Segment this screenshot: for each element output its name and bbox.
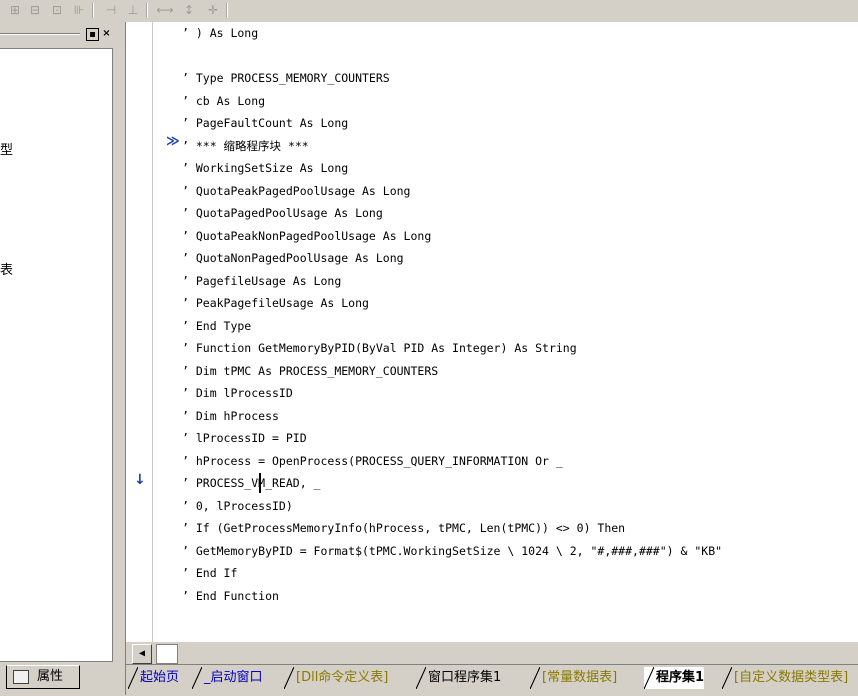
code-line[interactable]: ’ *** 缩略程序块 *** <box>182 135 309 157</box>
code-line[interactable]: ’ 0, lProcessID) <box>182 495 293 517</box>
collapse-marker-icon[interactable]: ≫ <box>166 134 180 149</box>
code-line[interactable]: ’ Function GetMemoryByPID(ByVal PID As I… <box>182 337 577 359</box>
code-line[interactable]: ’ WorkingSetSize As Long <box>182 157 348 179</box>
code-line[interactable]: ’ Dim hProcess <box>182 405 279 427</box>
code-line[interactable]: ’ ) As Long <box>182 22 258 44</box>
code-line[interactable]: ’ PagefileUsage As Long <box>182 270 341 292</box>
tree-item-fragment[interactable]: 表 <box>0 259 13 278</box>
align-left-icon[interactable]: ⊞ <box>6 2 24 19</box>
tab-module-1[interactable]: 程序集1 <box>644 667 705 689</box>
close-icon[interactable]: × <box>101 28 112 39</box>
text-caret <box>259 473 261 493</box>
code-line[interactable]: ’ GetMemoryByPID = Format$(tPMC.WorkingS… <box>182 540 722 562</box>
code-editor[interactable]: ’ ) As Long ’ Type PROCESS_MEMORY_COUNTER… <box>126 22 858 642</box>
distribute-icon[interactable]: ⊪ <box>70 2 88 19</box>
same-width-icon[interactable]: ⊣ <box>102 2 120 19</box>
align-center-icon[interactable]: ⊟ <box>26 2 44 19</box>
properties-icon <box>13 670 29 684</box>
properties-label: 属性 <box>37 669 64 684</box>
stretch-vertical-icon[interactable]: ↕ <box>180 2 198 19</box>
editor-gutter <box>126 22 153 642</box>
code-line[interactable]: ’ End If <box>182 562 237 584</box>
left-panel-titlebar: ▪ × <box>0 25 116 43</box>
splitter[interactable] <box>116 22 126 695</box>
code-line[interactable]: ’ QuotaPeakNonPagedPoolUsage As Long <box>182 225 431 247</box>
tab-dll-commands[interactable]: [Dll命令定义表] <box>284 667 388 689</box>
scroll-left-button[interactable]: ◀ <box>132 644 152 664</box>
horizontal-scrollbar[interactable]: ◀ <box>126 642 858 664</box>
properties-tab[interactable]: 属性 <box>6 665 80 689</box>
current-line-arrow-icon: ↓ <box>134 472 146 488</box>
scroll-track[interactable] <box>156 644 178 664</box>
tab-startup-window[interactable]: _启动窗口 <box>192 667 263 689</box>
tab-start-page[interactable]: 起始页 <box>128 667 179 689</box>
code-line[interactable]: ’ PageFaultCount As Long <box>182 112 348 134</box>
toolbar: ⊞ ⊟ ⊡ ⊪ ⊣ ⊥ ⟷ ↕ ✛ <box>0 0 858 23</box>
project-tree[interactable]: 型 表 <box>0 48 113 662</box>
tab-custom-types[interactable]: [自定义数据类型表] <box>722 667 848 689</box>
code-line[interactable]: ’ QuotaNonPagedPoolUsage As Long <box>182 247 404 269</box>
align-right-icon[interactable]: ⊡ <box>48 2 66 19</box>
stretch-horizontal-icon[interactable]: ⟷ <box>156 2 174 19</box>
code-line[interactable]: ’ End Type <box>182 315 251 337</box>
stretch-both-icon[interactable]: ✛ <box>204 2 222 19</box>
tab-constants[interactable]: [常量数据表] <box>530 667 617 689</box>
code-line[interactable]: ’ Dim tPMC As PROCESS_MEMORY_COUNTERS <box>182 360 438 382</box>
code-line[interactable]: ’ lProcessID = PID <box>182 427 307 449</box>
tree-item-fragment[interactable]: 型 <box>0 139 13 158</box>
code-line[interactable]: ’ Type PROCESS_MEMORY_COUNTERS <box>182 67 390 89</box>
document-tabs: 起始页 _启动窗口 [Dll命令定义表] 窗口程序集1 [常量数据表] 程序集1… <box>126 664 858 696</box>
code-line[interactable]: ’ If (GetProcessMemoryInfo(hProcess, tPM… <box>182 517 625 539</box>
code-line[interactable]: ’ Dim lProcessID <box>182 382 293 404</box>
code-line[interactable]: ’ PROCESS_VM_READ, _ <box>182 472 320 494</box>
code-line[interactable]: ’ hProcess = OpenProcess(PROCESS_QUERY_I… <box>182 450 563 472</box>
code-line[interactable]: ’ End Function <box>182 585 279 607</box>
tab-window-module[interactable]: 窗口程序集1 <box>416 667 501 689</box>
code-line[interactable]: ’ PeakPagefileUsage As Long <box>182 292 369 314</box>
left-panel: ▪ × 型 表 <box>0 22 116 667</box>
code-line[interactable]: ’ cb As Long <box>182 90 265 112</box>
code-line[interactable]: ’ QuotaPagedPoolUsage As Long <box>182 202 383 224</box>
code-line[interactable]: ’ QuotaPeakPagedPoolUsage As Long <box>182 180 410 202</box>
same-height-icon[interactable]: ⊥ <box>124 2 142 19</box>
restore-icon[interactable]: ▪ <box>86 28 99 41</box>
